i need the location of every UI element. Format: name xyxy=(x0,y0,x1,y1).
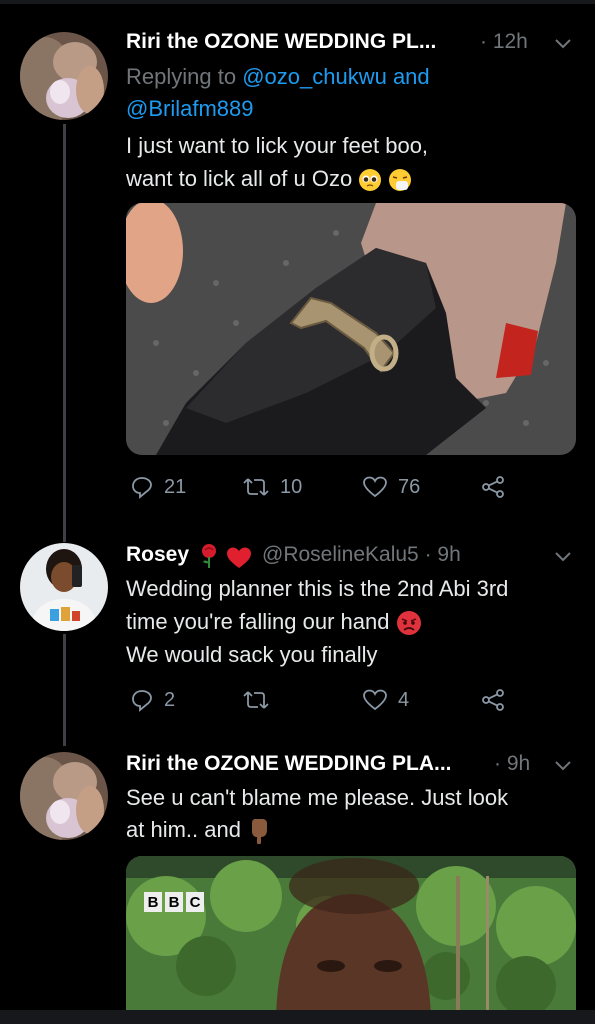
thread-line xyxy=(63,634,66,746)
avatar[interactable] xyxy=(20,32,108,120)
display-name[interactable]: Riri the OZONE WEDDING PLA... xyxy=(126,752,452,776)
chevron-down-icon[interactable] xyxy=(552,545,574,567)
reply-icon xyxy=(132,690,152,712)
pleading-face-emoji xyxy=(359,169,382,192)
timestamp[interactable]: · 9h xyxy=(494,752,530,776)
tweet-text: want to lick all of u Ozo xyxy=(126,166,353,191)
reply-count: 2 xyxy=(164,688,176,711)
retweet-icon xyxy=(243,691,269,709)
tweet-text: Wedding planner this is the 2nd Abi 3rd xyxy=(126,576,509,601)
bottom-bar xyxy=(0,1010,595,1024)
like-button[interactable]: 4 xyxy=(362,688,409,712)
avatar[interactable] xyxy=(20,752,108,840)
like-icon xyxy=(363,689,387,711)
tweet-text: at him.. and xyxy=(126,817,241,842)
reply-and-text: and xyxy=(386,64,430,89)
pointing-down-emoji xyxy=(252,819,268,845)
bbc-logo: B B C xyxy=(144,892,204,912)
red-heart-emoji xyxy=(227,547,251,568)
retweet-button[interactable] xyxy=(242,688,280,712)
like-count: 76 xyxy=(398,475,421,498)
share-icon xyxy=(482,689,504,711)
handle-and-timestamp[interactable]: @RoselineKalu5 · 9h xyxy=(262,543,461,567)
reply-button[interactable]: 2 xyxy=(130,688,175,712)
rose-emoji xyxy=(202,544,216,568)
top-divider xyxy=(0,0,595,4)
mention-link[interactable]: @ozo_chukwu xyxy=(242,64,387,89)
like-count: 4 xyxy=(398,688,410,711)
tweet-text: We would sack you finally xyxy=(126,642,378,667)
reply-count: 21 xyxy=(164,475,187,498)
tweet-text-line: time you're falling our hand xyxy=(126,605,422,638)
tweet-text-line: want to lick all of u Ozo xyxy=(126,162,412,195)
tweet-media-image[interactable] xyxy=(126,203,576,455)
mention-link[interactable]: @Brilafm889 xyxy=(126,92,254,125)
tweet-actions: 2 4 xyxy=(126,688,566,718)
chevron-down-icon[interactable] xyxy=(552,754,574,776)
like-button[interactable]: 76 xyxy=(362,475,420,499)
tweet-text: See u can't blame me please. Just look xyxy=(126,785,509,810)
display-name[interactable]: Rosey xyxy=(126,543,189,567)
share-icon xyxy=(482,476,504,498)
reply-icon xyxy=(132,477,152,499)
timestamp[interactable]: · 12h xyxy=(480,30,528,54)
tweet-media-video[interactable]: B B C xyxy=(126,856,576,1024)
avatar[interactable] xyxy=(20,543,108,631)
share-button[interactable] xyxy=(480,688,506,712)
tweet-text: time you're falling our hand xyxy=(126,609,390,634)
reply-context: Replying to @ozo_chukwu and xyxy=(126,60,430,93)
chevron-down-icon[interactable] xyxy=(552,32,574,54)
angry-face-emoji xyxy=(396,611,421,636)
tweet-actions: 21 10 76 xyxy=(126,475,566,505)
share-button[interactable] xyxy=(480,475,506,499)
retweet-count: 10 xyxy=(280,475,303,498)
sneezing-face-emoji xyxy=(389,169,412,192)
thread-line xyxy=(63,124,66,542)
like-icon xyxy=(363,476,387,498)
reply-button[interactable]: 21 xyxy=(130,475,186,499)
retweet-button[interactable]: 10 xyxy=(242,475,302,499)
tweet-text-line: at him.. and xyxy=(126,813,271,846)
replying-to-label: Replying to xyxy=(126,64,243,89)
tweet-text: I just want to lick your feet boo, xyxy=(126,133,429,158)
retweet-icon xyxy=(243,478,269,496)
display-name[interactable]: Riri the OZONE WEDDING PL... xyxy=(126,30,436,54)
